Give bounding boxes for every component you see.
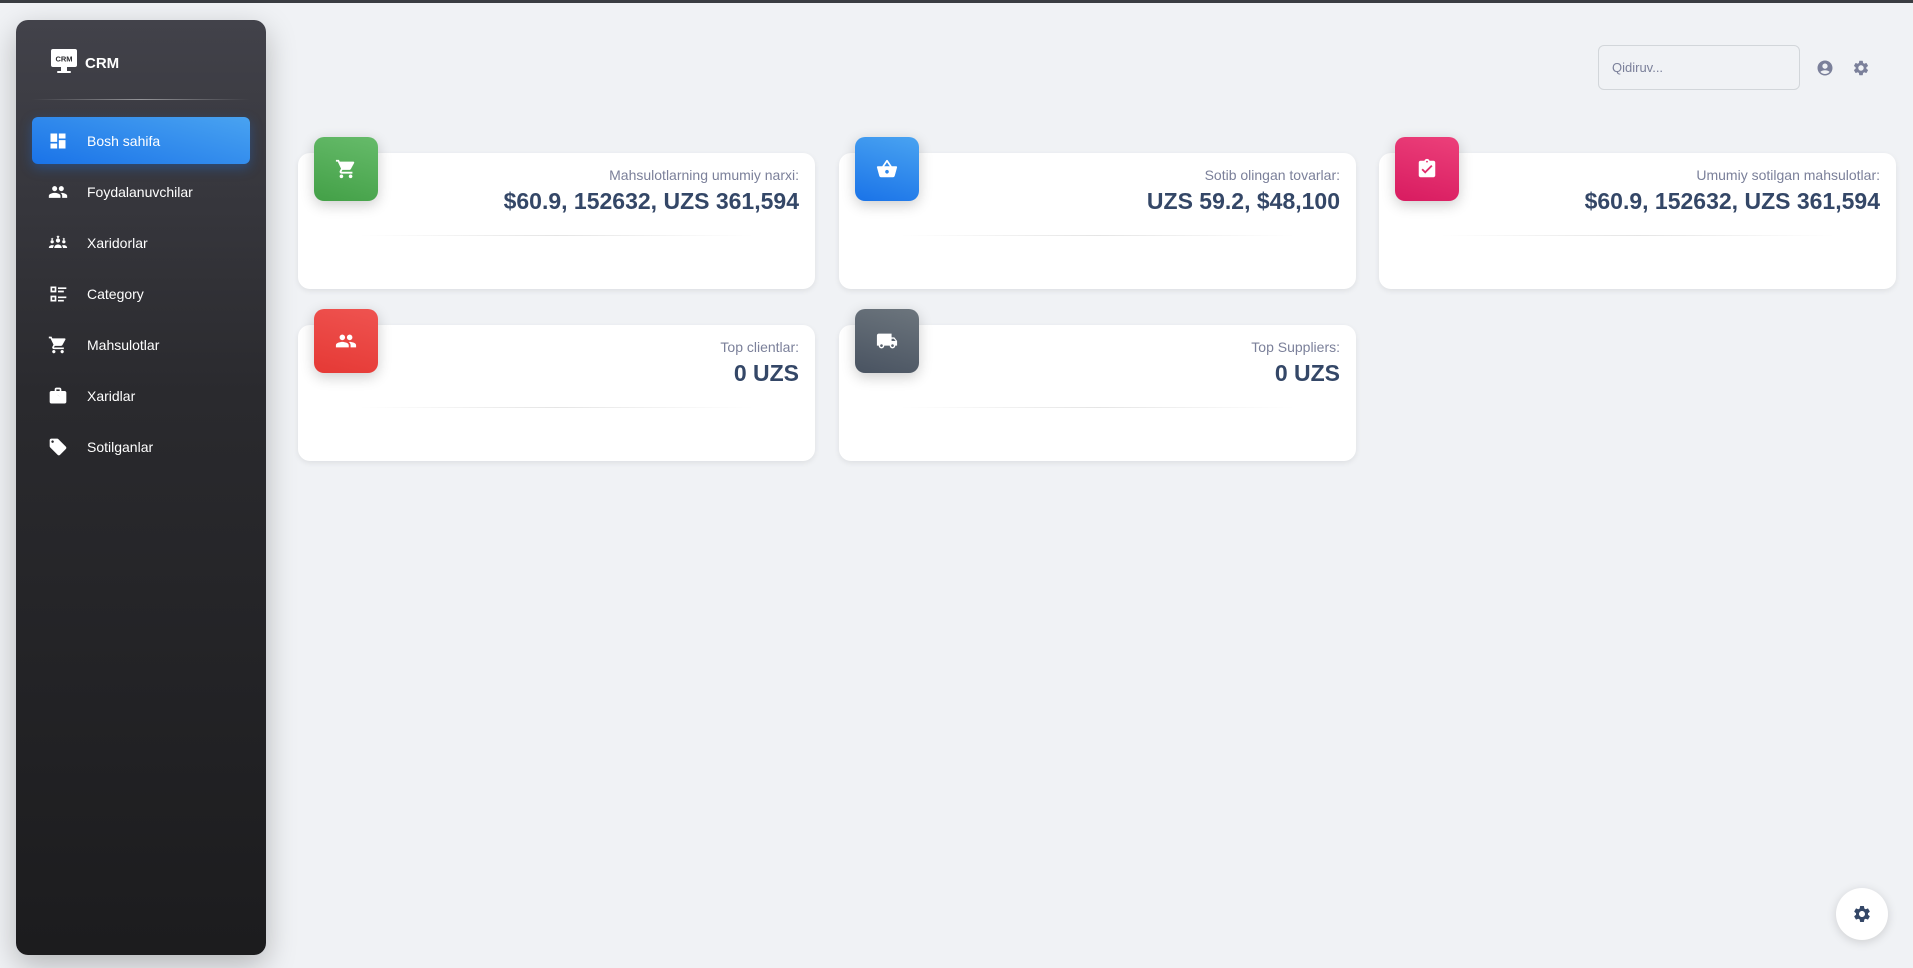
- sidebar: CRM CRM Bosh sahifa Foydalanuvchilar Xar…: [16, 20, 266, 955]
- sidebar-item-label: Mahsulotlar: [87, 336, 160, 353]
- card-divider: [1439, 235, 1836, 236]
- svg-text:CRM: CRM: [55, 54, 72, 63]
- brand-name: CRM: [85, 54, 120, 72]
- stat-card-top-clients: Top clientlar: 0 UZS: [298, 309, 815, 461]
- card-divider: [899, 407, 1296, 408]
- clipboard-check-icon: [1395, 137, 1459, 201]
- sidebar-item-label: Xaridlar: [87, 387, 136, 404]
- sidebar-item-category[interactable]: Category: [32, 270, 250, 317]
- card-value: $60.9, 152632, UZS 361,594: [503, 188, 799, 214]
- sidebar-item-bosh-sahifa[interactable]: Bosh sahifa: [32, 117, 250, 164]
- card-label: Sotib olingan tovarlar:: [1204, 167, 1340, 183]
- sidebar-divider: [32, 99, 250, 100]
- stat-card-top-suppliers: Top Suppliers: 0 UZS: [839, 309, 1356, 461]
- cart-icon: [314, 137, 378, 201]
- card-value: 0 UZS: [1274, 360, 1340, 386]
- card-label: Umumiy sotilgan mahsulotlar:: [1696, 167, 1880, 183]
- card-divider: [899, 235, 1296, 236]
- basket-icon: [855, 137, 919, 201]
- stat-card-total-products-price: Mahsulotlarning umumiy narxi: $60.9, 152…: [298, 137, 815, 289]
- brand[interactable]: CRM CRM: [49, 46, 119, 80]
- sidebar-item-xaridorlar[interactable]: Xaridorlar: [32, 219, 250, 266]
- sidebar-item-foydalanuvchilar[interactable]: Foydalanuvchilar: [32, 168, 250, 215]
- groups-icon: [48, 233, 68, 253]
- category-list-icon: [48, 284, 68, 304]
- sidebar-item-label: Foydalanuvchilar: [87, 183, 193, 200]
- settings-icon: [1852, 904, 1872, 924]
- stat-card-purchased-goods: Sotib olingan tovarlar: UZS 59.2, $48,10…: [839, 137, 1356, 289]
- card-value: 0 UZS: [733, 360, 799, 386]
- sidebar-item-label: Bosh sahifa: [87, 132, 161, 149]
- shopping-bag-icon: [48, 386, 68, 406]
- crm-monitor-icon: CRM: [49, 46, 79, 81]
- sidebar-item-mahsulotlar[interactable]: Mahsulotlar: [32, 321, 250, 368]
- sidebar-item-label: Category: [87, 285, 144, 302]
- sidebar-item-sotilganlar[interactable]: Sotilganlar: [32, 423, 250, 470]
- stat-card-total-sold-products: Umumiy sotilgan mahsulotlar: $60.9, 1526…: [1379, 137, 1896, 289]
- sidebar-item-label: Sotilganlar: [87, 438, 154, 455]
- truck-icon: [855, 309, 919, 373]
- cart-icon: [48, 335, 68, 355]
- card-value: $60.9, 152632, UZS 361,594: [1584, 188, 1880, 214]
- dashboard-icon: [48, 131, 68, 151]
- sidebar-item-label: Xaridorlar: [87, 234, 148, 251]
- search-input[interactable]: [1598, 45, 1800, 90]
- card-divider: [358, 407, 755, 408]
- card-label: Top clientlar:: [720, 339, 799, 355]
- card-divider: [358, 235, 755, 236]
- settings-fab-button[interactable]: [1836, 888, 1888, 940]
- account-icon[interactable]: [1816, 59, 1834, 77]
- settings-icon[interactable]: [1852, 59, 1870, 77]
- people-icon: [314, 309, 378, 373]
- card-label: Mahsulotlarning umumiy narxi:: [609, 167, 799, 183]
- people-icon: [48, 182, 68, 202]
- tag-icon: [48, 437, 68, 457]
- sidebar-item-xaridlar[interactable]: Xaridlar: [32, 372, 250, 419]
- sidebar-nav: Bosh sahifa Foydalanuvchilar Xaridorlar …: [32, 117, 250, 474]
- card-label: Top Suppliers:: [1251, 339, 1340, 355]
- card-value: UZS 59.2, $48,100: [1146, 188, 1340, 214]
